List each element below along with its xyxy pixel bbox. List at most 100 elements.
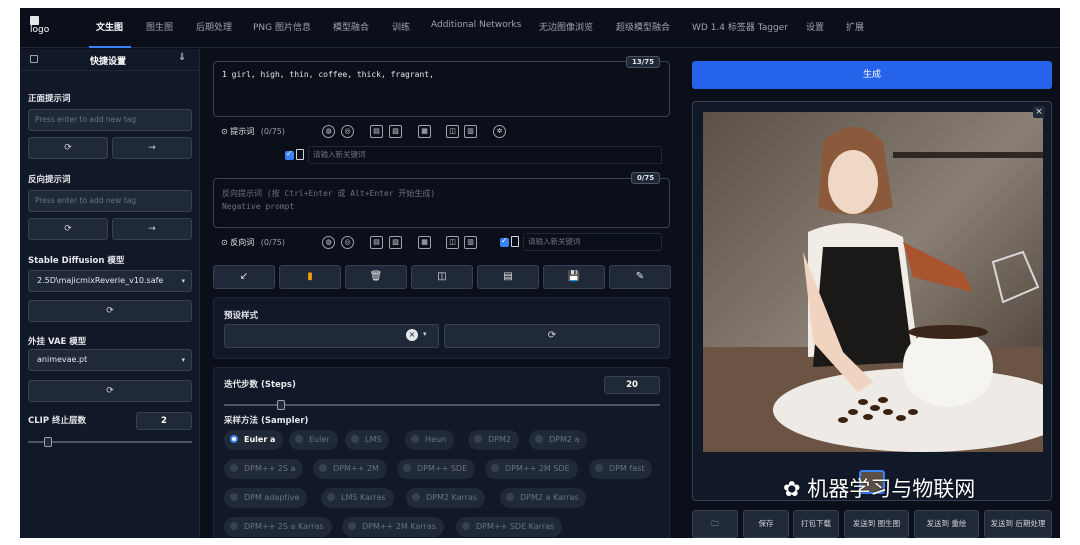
clipboard-icon[interactable]: ◫ <box>446 125 459 138</box>
sampler-option[interactable]: DPM2 a <box>529 430 588 450</box>
sampler-option[interactable]: Euler <box>289 430 338 450</box>
sampler-option[interactable]: Heun <box>405 430 455 450</box>
globe-icon[interactable]: ◍ <box>322 236 335 249</box>
copy-icon[interactable]: ▧ <box>389 125 402 138</box>
save-button[interactable]: 保存 <box>743 510 789 538</box>
sampler-option[interactable]: DPM2 <box>468 430 519 450</box>
trash-icon: 🗑 <box>369 271 383 282</box>
read-params-button[interactable]: ↙ <box>213 265 275 289</box>
top-nav: logo 文生图 图生图 后期处理 PNG 图片信息 模型融合 训练 Addit… <box>20 8 1060 48</box>
sampler-option[interactable]: LMS <box>345 430 390 450</box>
clipboard-icon[interactable]: ◫ <box>446 236 459 249</box>
tab-png-info[interactable]: PNG 图片信息 <box>253 20 311 33</box>
paste-icon[interactable]: ▤ <box>370 236 383 249</box>
sampler-option[interactable]: DPM++ 2M <box>313 459 387 479</box>
zip-download-button[interactable]: 打包下载 <box>793 510 839 538</box>
send-to-extras-button[interactable]: 发送到 后期处理 <box>984 510 1052 538</box>
tab-additional-networks[interactable]: Additional Networks <box>431 20 521 30</box>
tab-train[interactable]: 训练 <box>392 20 410 33</box>
sampler-option[interactable]: Euler a <box>224 430 284 450</box>
negative-tag-checkbox[interactable] <box>500 236 509 247</box>
steps-slider-thumb[interactable] <box>276 400 285 410</box>
negative-toolbar-label[interactable]: ⊙ 反向词 (0/75) <box>221 237 285 248</box>
styles-refresh-button[interactable]: ⟳ <box>444 324 660 348</box>
positive-prompt-label: 正面提示词 <box>28 94 71 104</box>
history-icon[interactable]: ▦ <box>418 236 431 249</box>
clip-skip-slider-thumb[interactable] <box>43 437 52 447</box>
sampler-option[interactable]: DPM++ 2S a Karras <box>224 517 332 537</box>
negative-prompt-textarea[interactable]: 反向提示词 (按 Ctrl+Enter 或 Alt+Enter 开始生成) Ne… <box>213 178 670 228</box>
vae-refresh-button[interactable]: ⟳ <box>28 380 192 402</box>
tab-extras[interactable]: 后期处理 <box>196 20 232 33</box>
trash-icon[interactable]: ▥ <box>464 236 477 249</box>
copy-icon[interactable]: ▧ <box>389 236 402 249</box>
tab-checkpoint-merger[interactable]: 模型融合 <box>333 20 369 33</box>
sd-model-select[interactable]: 2.5D\majicmixReverie_v10.safe ▾ <box>28 270 192 292</box>
clip-skip-number[interactable]: 2 <box>136 412 192 430</box>
positive-tag-input[interactable]: Press enter to add new tag <box>28 109 192 131</box>
panel-toggle-icon[interactable] <box>30 55 38 63</box>
save-icon: 💾 <box>567 271 581 282</box>
extra-networks-button[interactable]: ◫ <box>411 265 473 289</box>
clip-skip-slider-track[interactable] <box>28 441 192 443</box>
tag-checkbox[interactable] <box>285 149 294 160</box>
pin-icon[interactable]: ⇓ <box>178 52 186 63</box>
sampler-option[interactable]: DPM++ SDE <box>397 459 476 479</box>
negative-tag-input[interactable]: Press enter to add new tag <box>28 190 192 212</box>
send-to-img2img-button[interactable]: 发送到 图生图 <box>844 510 909 538</box>
paste-icon[interactable]: ▤ <box>370 125 383 138</box>
tab-image-browser[interactable]: 无边图像浏览 <box>539 20 593 33</box>
send-to-inpaint-button[interactable]: 发送到 重绘 <box>914 510 979 538</box>
negative-new-tag-input[interactable]: 请输入新关键词 <box>523 233 662 251</box>
tag-toggle-icon[interactable] <box>511 236 519 247</box>
model-refresh-button[interactable]: ⟳ <box>28 300 192 322</box>
styles-select[interactable]: × ▾ <box>224 324 439 348</box>
sampler-option[interactable]: DPM++ 2M SDE <box>485 459 578 479</box>
settings-circle-icon[interactable]: ◎ <box>341 236 354 249</box>
vae-select[interactable]: animevae.pt ▾ <box>28 349 192 371</box>
panel-icon: ◫ <box>437 271 447 282</box>
steps-slider-track[interactable] <box>224 404 660 406</box>
save-style-button[interactable]: 💾 <box>543 265 605 289</box>
sampler-option-label: DPM++ 2M <box>333 464 379 473</box>
settings-circle-icon[interactable]: ◎ <box>341 125 354 138</box>
tab-img2img[interactable]: 图生图 <box>146 20 173 33</box>
close-icon[interactable]: × <box>1033 106 1045 118</box>
prompt-toolbar-label[interactable]: ⊙ 提示词 (0/75) <box>221 126 285 137</box>
sampler-option[interactable]: DPM++ 2S a <box>224 459 304 479</box>
sampler-option[interactable]: DPM++ 2M Karras <box>342 517 444 537</box>
prompt-new-tag-input[interactable]: 请输入新关键词 <box>308 146 662 164</box>
sampler-option[interactable]: DPM2 Karras <box>406 488 486 508</box>
negative-send-button[interactable]: → <box>112 218 192 240</box>
tab-txt2img[interactable]: 文生图 <box>96 20 123 33</box>
sampler-option[interactable]: DPM adaptive <box>224 488 308 508</box>
history-icon[interactable]: ▦ <box>418 125 431 138</box>
sd-model-label: Stable Diffusion 模型 <box>28 256 125 266</box>
positive-send-button[interactable]: → <box>112 137 192 159</box>
sampler-option[interactable]: DPM++ SDE Karras <box>456 517 563 537</box>
sampler-option[interactable]: DPM2 a Karras <box>500 488 587 508</box>
globe-icon[interactable]: ◍ <box>322 125 335 138</box>
tab-extensions[interactable]: 扩展 <box>846 20 864 33</box>
generated-image[interactable] <box>703 112 1043 452</box>
sampler-option[interactable]: LMS Karras <box>321 488 394 508</box>
clear-icon[interactable]: × <box>406 329 418 341</box>
open-folder-button[interactable]: 🗀 <box>692 510 738 538</box>
positive-refresh-button[interactable]: ⟳ <box>28 137 108 159</box>
negative-refresh-button[interactable]: ⟳ <box>28 218 108 240</box>
tab-tagger[interactable]: WD 1.4 标签器 Tagger <box>692 20 788 33</box>
generate-button[interactable]: 生成 <box>692 61 1052 89</box>
sampler-option-label: DPM++ 2M Karras <box>362 522 436 531</box>
clear-prompt-button[interactable]: 🗑 <box>345 265 407 289</box>
sampler-option[interactable]: DPM fast <box>589 459 653 479</box>
steps-number[interactable]: 20 <box>604 376 660 394</box>
gear-icon[interactable]: ✲ <box>493 125 506 138</box>
tab-super-merger[interactable]: 超级模型融合 <box>616 20 670 33</box>
edit-style-button[interactable]: ✎ <box>609 265 671 289</box>
tag-toggle-icon[interactable] <box>296 149 304 160</box>
trash-icon[interactable]: ▥ <box>464 125 477 138</box>
trash-prompt-button[interactable]: ▮ <box>279 265 341 289</box>
tab-settings[interactable]: 设置 <box>806 20 824 33</box>
apply-style-button[interactable]: ▤ <box>477 265 539 289</box>
prompt-textarea[interactable]: 1 girl, high, thin, coffee, thick, fragr… <box>213 61 670 117</box>
